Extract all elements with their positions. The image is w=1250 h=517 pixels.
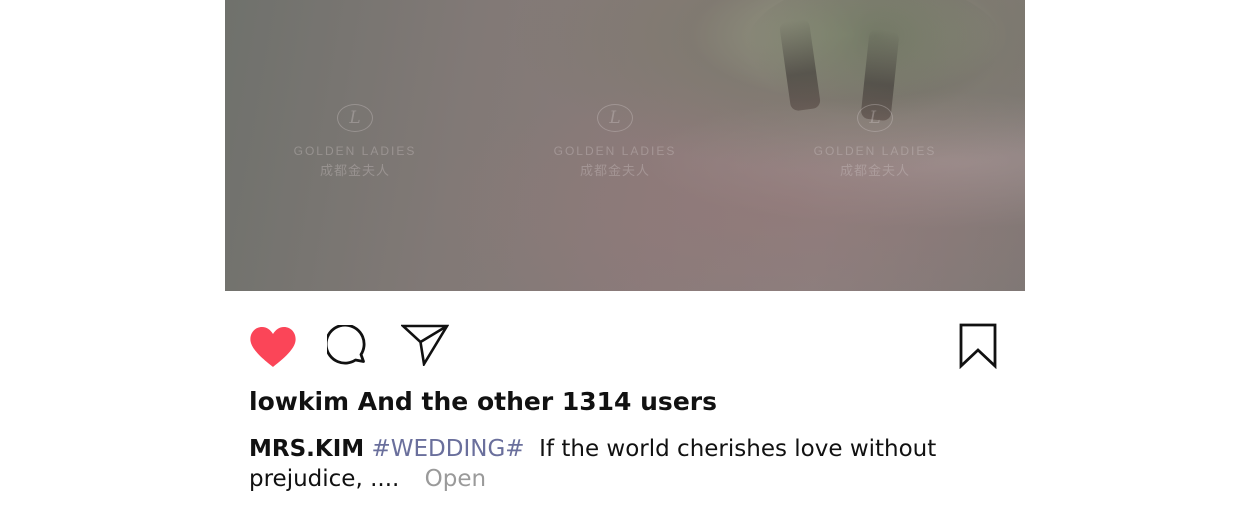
send-icon[interactable] [401, 324, 449, 366]
watermark-subtitle: 成都金夫人 [579, 164, 650, 179]
photo-watermark: L GOLDEN LADIES 成都金夫人 [545, 104, 685, 179]
photo-watermark: L GOLDEN LADIES 成都金夫人 [805, 104, 945, 179]
photo-watermark: L GOLDEN LADIES 成都金夫人 [285, 104, 425, 179]
caption-username[interactable]: MRS.KIM [249, 436, 364, 462]
watermark-subtitle: 成都金夫人 [839, 164, 910, 179]
bookmark-icon[interactable] [959, 323, 997, 369]
watermark-monogram: L [597, 104, 633, 132]
post-photo[interactable]: L GOLDEN LADIES 成都金夫人 L GOLDEN LADIES 成都… [225, 0, 1025, 291]
watermark-brand: GOLDEN LADIES [293, 144, 417, 158]
watermark-brand: GOLDEN LADIES [553, 144, 677, 158]
heart-icon[interactable] [249, 326, 297, 368]
post-caption: MRS.KIM #WEDDING# If the world cherishes… [249, 434, 949, 494]
comment-icon[interactable] [327, 325, 371, 369]
post-action-bar [225, 318, 1025, 373]
watermark-monogram: L [857, 104, 893, 132]
post-card: L GOLDEN LADIES 成都金夫人 L GOLDEN LADIES 成都… [225, 0, 1025, 517]
watermark-monogram: L [337, 104, 373, 132]
caption-open-link[interactable]: Open [425, 466, 486, 492]
likes-count[interactable]: lowkim And the other 1314 users [249, 387, 717, 416]
caption-hashtag[interactable]: #WEDDING# [371, 436, 524, 462]
watermark-brand: GOLDEN LADIES [813, 144, 937, 158]
watermark-subtitle: 成都金夫人 [319, 164, 390, 179]
